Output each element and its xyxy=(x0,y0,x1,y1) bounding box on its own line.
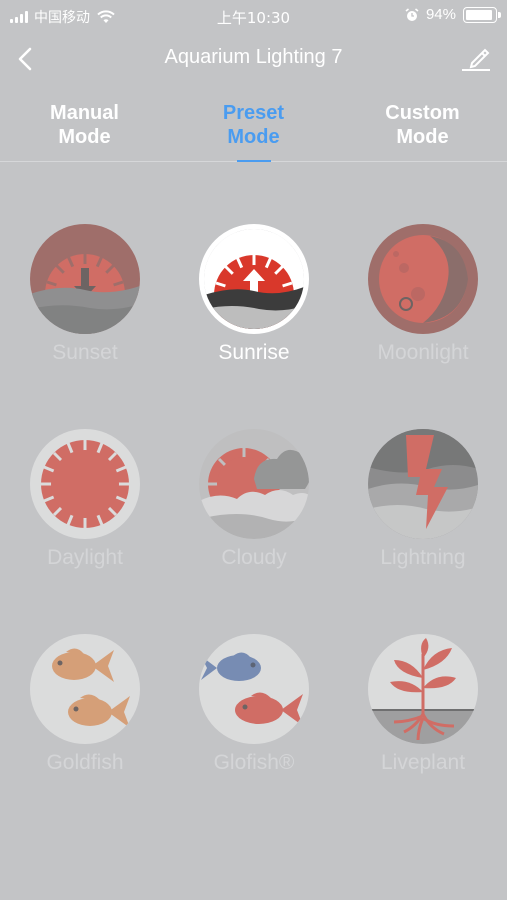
sunset-icon xyxy=(30,224,140,334)
battery-percent: 94% xyxy=(425,6,456,23)
tab-label-line1: Manual xyxy=(50,102,119,124)
liveplant-icon xyxy=(368,634,478,744)
preset-label: Lightning xyxy=(380,546,466,569)
page-title: Aquarium Lighting 7 xyxy=(164,46,343,68)
daylight-icon xyxy=(30,429,140,539)
battery-icon xyxy=(463,6,501,23)
preset-moonlight[interactable]: Moonlight xyxy=(353,224,493,365)
lightning-icon xyxy=(368,429,478,539)
tab-manual-mode[interactable]: Manual Mode xyxy=(0,92,169,161)
preset-daylight[interactable]: Daylight xyxy=(15,429,155,570)
alarm-icon xyxy=(405,7,419,21)
tab-label-line2: Mode xyxy=(396,126,449,148)
glofish-icon xyxy=(199,634,309,744)
preset-label: Glofish® xyxy=(213,751,295,774)
preset-label: Sunset xyxy=(52,341,118,364)
preset-label: Daylight xyxy=(47,546,123,569)
goldfish-icon xyxy=(30,634,140,744)
moonlight-icon xyxy=(368,224,478,334)
preset-label: Cloudy xyxy=(221,546,287,569)
tab-custom-mode[interactable]: Custom Mode xyxy=(338,92,507,161)
preset-liveplant[interactable]: Liveplant xyxy=(353,634,493,775)
tab-label-line1: Preset xyxy=(222,102,285,124)
sunrise-icon xyxy=(199,224,309,334)
status-right: 94% xyxy=(405,6,501,23)
active-tab-indicator xyxy=(236,160,271,162)
preset-label: Sunrise xyxy=(218,341,290,364)
battery-fill xyxy=(466,9,493,20)
tab-label-line1: Custom xyxy=(385,102,460,124)
tab-preset-mode[interactable]: Preset Mode xyxy=(169,92,338,162)
cloudy-icon xyxy=(199,429,309,539)
nav-bar: Aquarium Lighting 7 xyxy=(0,32,507,88)
mode-tabs: Manual Mode Preset Mode Custom Mode xyxy=(0,92,507,162)
preset-sunrise[interactable]: Sunrise xyxy=(184,224,324,365)
status-bar: 中国移动 上午10:30 94% xyxy=(0,0,507,32)
tab-label-line2: Mode xyxy=(227,126,280,148)
preset-goldfish[interactable]: Goldfish xyxy=(15,634,155,775)
preset-lightning[interactable]: Lightning xyxy=(353,429,493,570)
edit-button[interactable] xyxy=(459,43,493,75)
preset-sunset[interactable]: Sunset xyxy=(15,224,155,365)
preset-cloudy[interactable]: Cloudy xyxy=(184,429,324,570)
preset-glofish[interactable]: Glofish® xyxy=(184,634,324,775)
preset-label: Goldfish xyxy=(46,751,124,774)
preset-label: Moonlight xyxy=(377,341,469,364)
tab-label-line2: Mode xyxy=(58,126,111,148)
preset-label: Liveplant xyxy=(380,751,466,774)
